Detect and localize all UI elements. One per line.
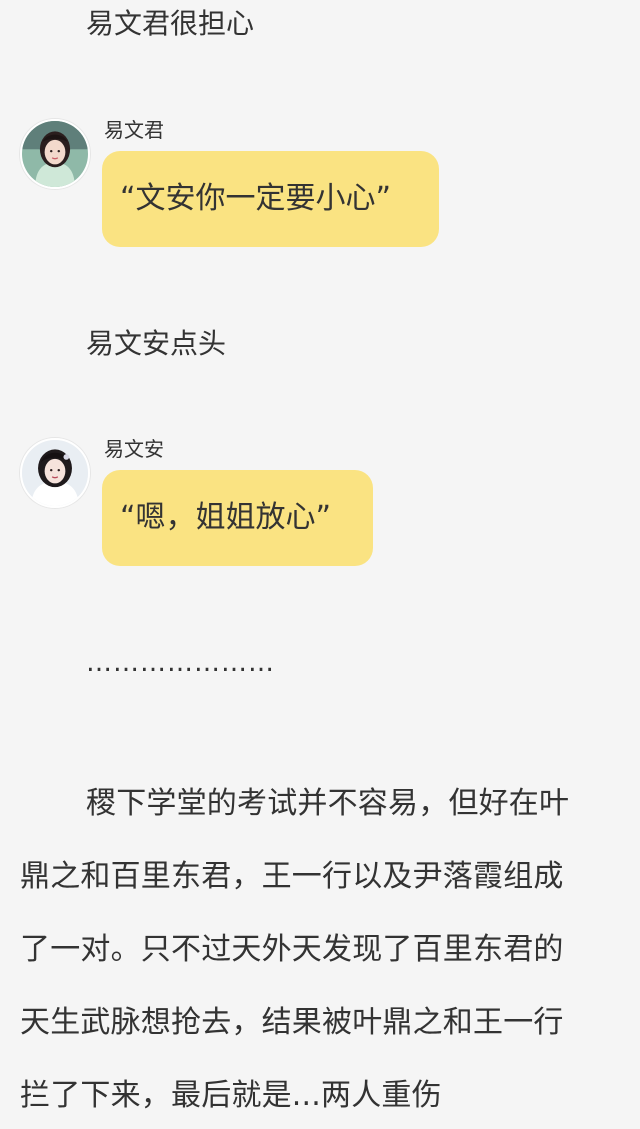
speaker-name: 易文安 [104, 437, 164, 461]
paragraph-line: 天生武脉想抢去，结果被叶鼎之和王一行 [20, 1005, 564, 1040]
avatar[interactable] [20, 119, 90, 189]
chat-message: “嗯，姐姐放心” [120, 500, 332, 535]
avatar[interactable] [20, 438, 90, 508]
chat-bubble[interactable]: “文安你一定要小心” [102, 151, 439, 247]
paragraph-line: 稷下学堂的考试并不容易，但好在叶 [86, 786, 570, 821]
chat-message: “文安你一定要小心” [120, 181, 392, 216]
chat-bubble[interactable]: “嗯，姐姐放心” [102, 470, 373, 566]
ellipsis-separator: ………………… [86, 648, 275, 678]
female-portrait-avatar-icon [22, 440, 88, 506]
narration-text: 易文君很担心 [86, 7, 255, 40]
speaker-name: 易文君 [104, 118, 164, 142]
story-paragraph: 稷下学堂的考试并不容易，但好在叶 鼎之和百里东君，王一行以及尹落霞组成 了一对。… [20, 767, 620, 1129]
female-portrait-avatar-icon [22, 121, 88, 187]
narration-text: 易文安点头 [86, 327, 227, 360]
paragraph-line: 拦了下来，最后就是...两人重伤 [20, 1078, 442, 1113]
paragraph-line: 鼎之和百里东君，王一行以及尹落霞组成 [20, 859, 564, 894]
paragraph-line: 了一对。只不过天外天发现了百里东君的 [20, 932, 564, 967]
